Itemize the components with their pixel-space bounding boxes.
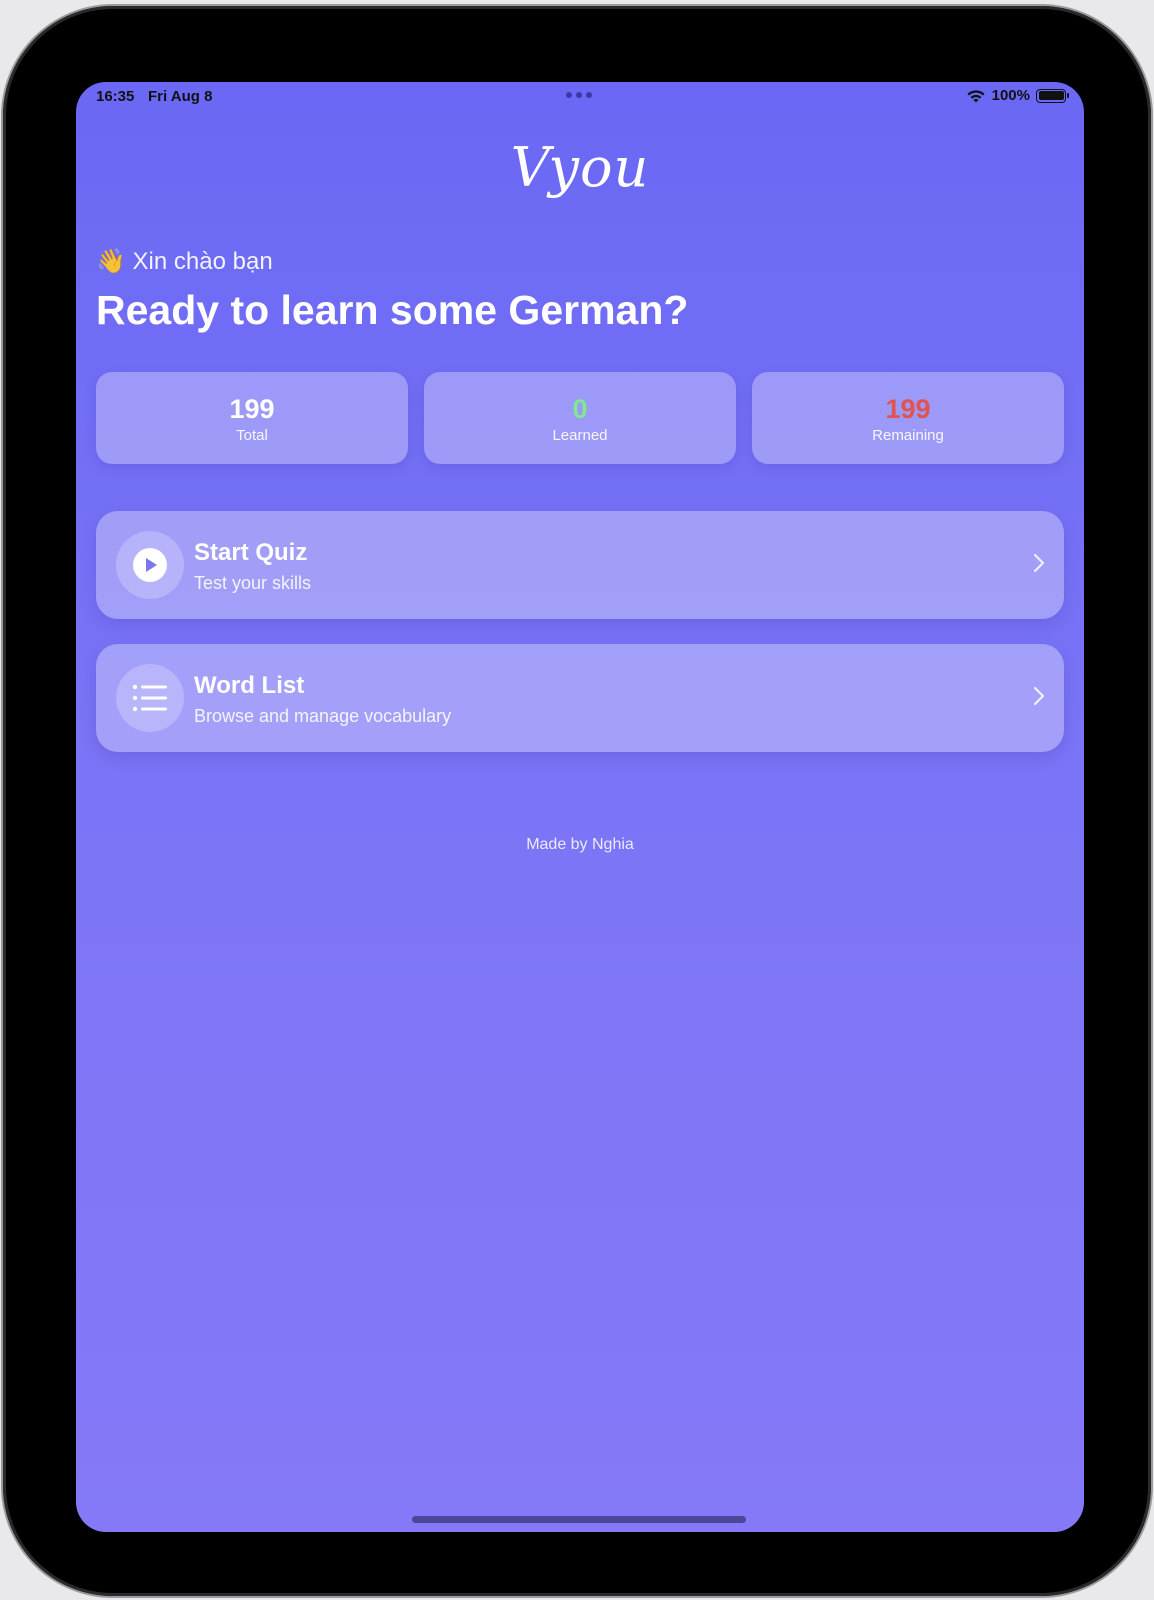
battery-percent: 100% <box>991 87 1030 104</box>
page-title: Ready to learn some German? <box>96 287 689 333</box>
stat-label-learned: Learned <box>552 426 608 444</box>
start-quiz-subtitle: Test your skills <box>194 573 312 593</box>
chevron-right-icon <box>1033 553 1045 573</box>
stats-row: 199 Total 0 Learned 199 Remaining <box>96 372 1064 464</box>
multitasking-dots-icon[interactable] <box>566 92 592 98</box>
chevron-right-icon <box>1033 686 1045 706</box>
stat-card-remaining: 199 Remaining <box>752 372 1064 464</box>
play-icon-circle <box>116 531 184 599</box>
app-logo: Vyou <box>510 136 650 199</box>
stat-value-remaining: 199 <box>885 393 931 424</box>
status-bar: 16:35 Fri Aug 8 100% <box>76 82 1084 112</box>
status-date: Fri Aug 8 <box>148 88 213 105</box>
stat-value-learned: 0 <box>572 393 588 424</box>
play-icon <box>133 548 167 582</box>
start-quiz-title: Start Quiz <box>194 539 308 566</box>
app-screen: 16:35 Fri Aug 8 100% Vyou 👋 Xin chào bạn… <box>76 82 1084 1532</box>
stat-card-total: 199 Total <box>96 372 408 464</box>
list-icon <box>132 684 167 712</box>
word-list-button[interactable]: Word List Browse and manage vocabulary <box>96 644 1064 752</box>
home-indicator[interactable] <box>412 1516 746 1523</box>
word-list-title: Word List <box>194 672 305 699</box>
greeting-text: 👋 Xin chào bạn <box>96 248 273 275</box>
footer-credit: Made by Nghia <box>526 836 634 853</box>
stat-label-remaining: Remaining <box>872 426 944 444</box>
ipad-frame: 16:35 Fri Aug 8 100% Vyou 👋 Xin chào bạn… <box>3 6 1151 1596</box>
wifi-icon <box>967 89 985 102</box>
stat-card-learned: 0 Learned <box>424 372 736 464</box>
battery-icon <box>1036 88 1069 103</box>
stat-value-total: 199 <box>229 393 275 424</box>
list-icon-circle <box>116 664 184 732</box>
stat-label-total: Total <box>236 426 268 444</box>
word-list-subtitle: Browse and manage vocabulary <box>194 706 452 726</box>
status-time: 16:35 <box>96 88 135 105</box>
start-quiz-button[interactable]: Start Quiz Test your skills <box>96 511 1064 619</box>
status-right: 100% <box>966 87 1069 104</box>
